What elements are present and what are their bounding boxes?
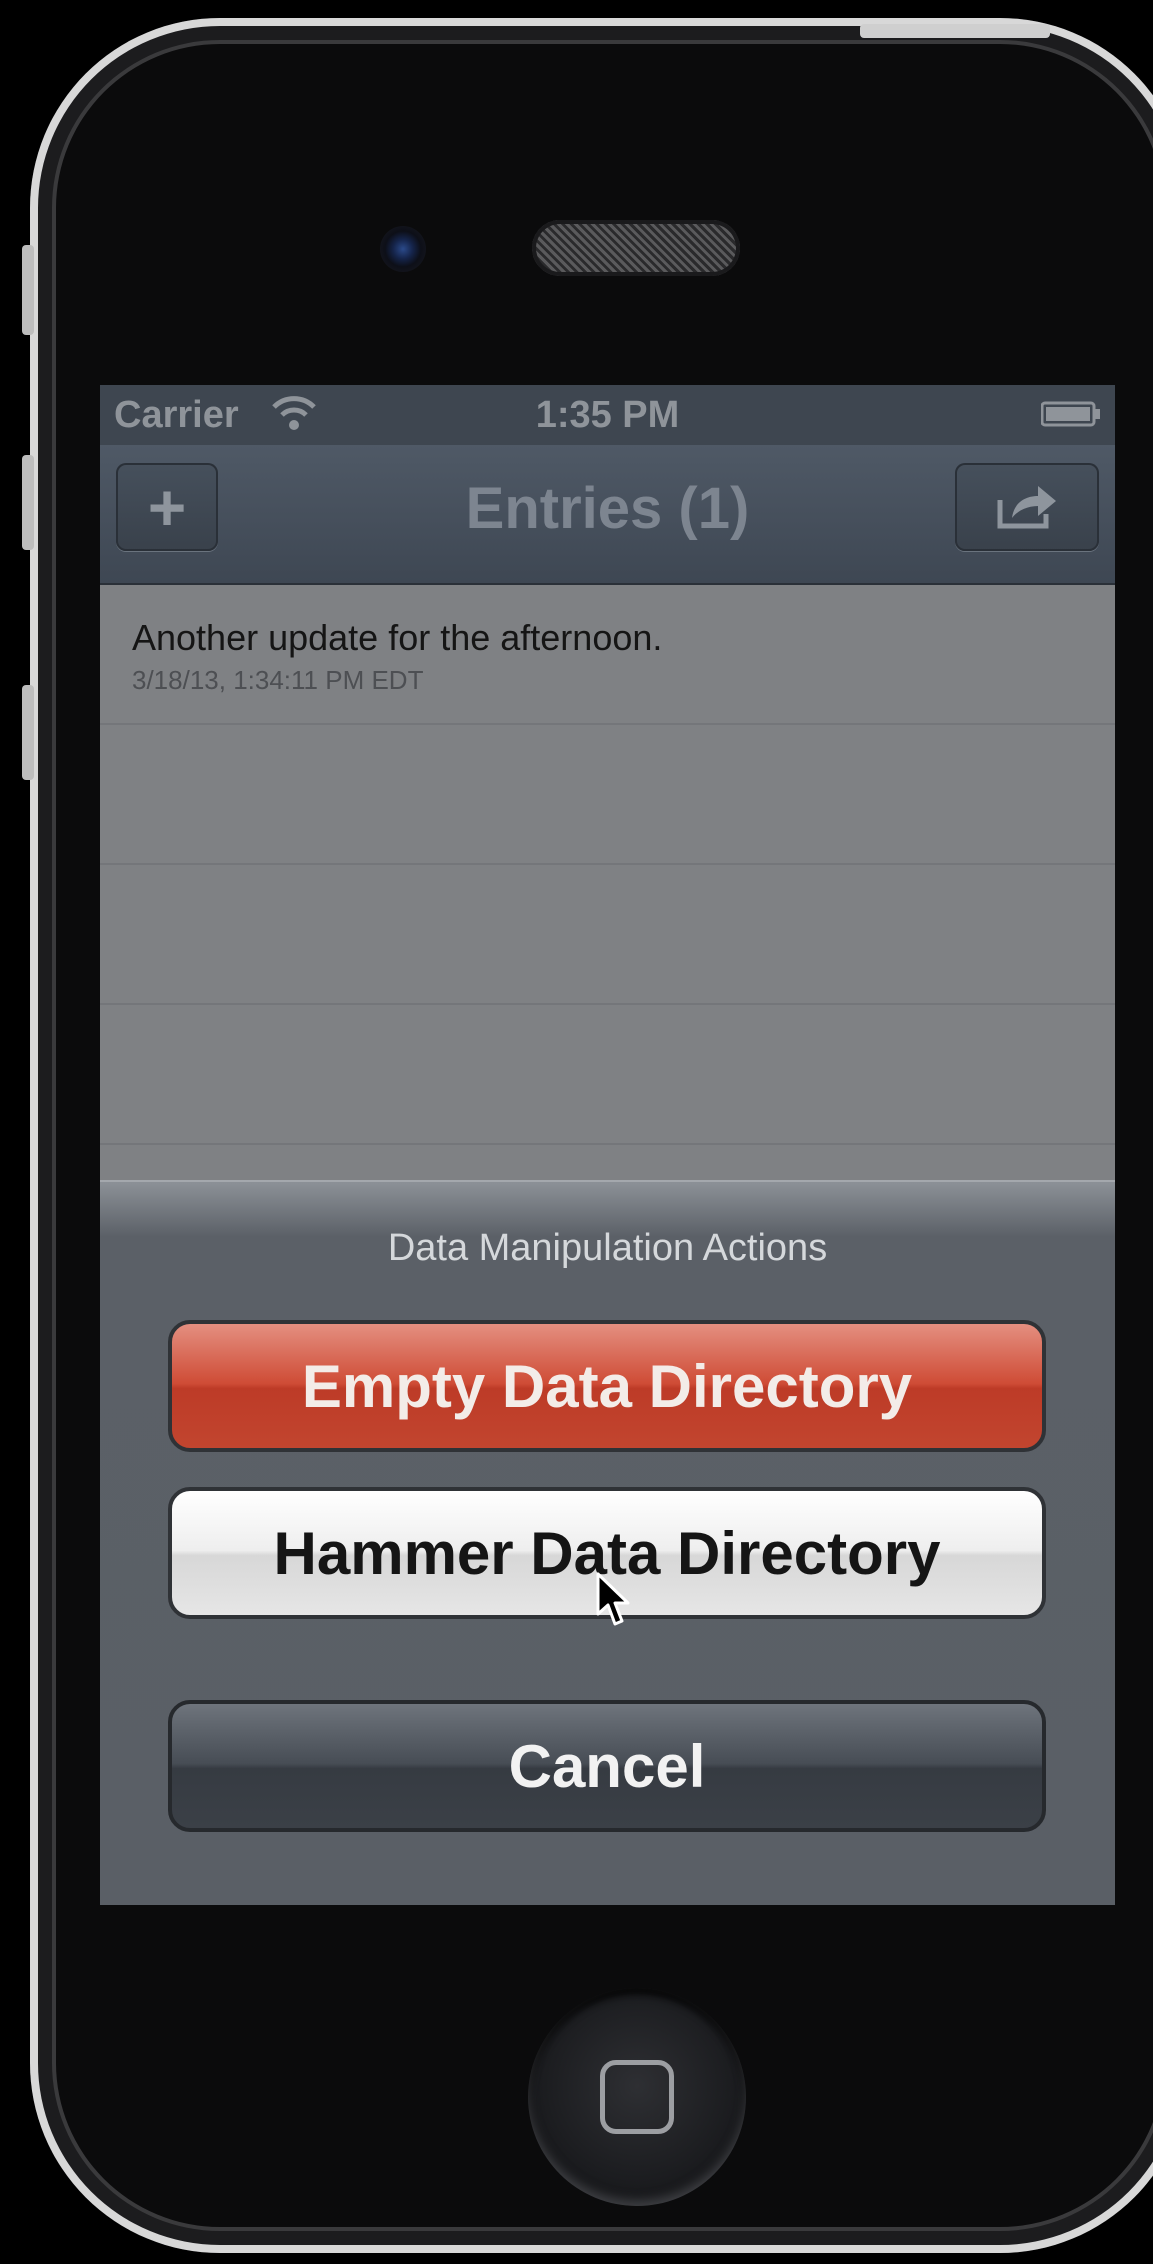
battery-icon [1041,401,1100,427]
earpiece-speaker [532,220,740,276]
navigation-bar: + Entries (1) [100,445,1115,585]
list-item[interactable]: Another update for the afternoon. 3/18/1… [100,585,1115,725]
cancel-button[interactable]: Cancel [168,1700,1046,1832]
mute-switch [22,245,34,335]
device-screen: Carrier 1:35 PM + Entries (1) Another up… [100,385,1115,1905]
status-bar: Carrier 1:35 PM [100,385,1115,445]
volume-down-button [22,685,34,780]
entry-timestamp: 3/18/13, 1:34:11 PM EDT [132,665,424,695]
action-sheet-title: Data Manipulation Actions [387,1227,828,1269]
list-item-empty [100,725,1115,865]
list-item-empty [100,1005,1115,1145]
empty-data-directory-button[interactable]: Empty Data Directory [168,1320,1046,1452]
home-button-icon[interactable] [528,1988,746,2206]
volume-up-button [22,455,34,550]
share-button[interactable] [955,463,1099,551]
share-icon [997,486,1056,529]
mouse-cursor-icon [596,1572,630,1626]
entry-title: Another update for the afternoon. [132,617,663,658]
sleep-button [860,24,1050,38]
entries-list: Another update for the afternoon. 3/18/1… [100,585,1115,1145]
list-item-empty [100,865,1115,1005]
status-time: 1:35 PM [535,394,680,436]
cancel-label: Cancel [508,1732,706,1800]
action-sheet: Data Manipulation Actions Empty Data Dir… [100,1180,1115,1905]
front-camera [380,226,426,272]
empty-data-directory-label: Empty Data Directory [301,1352,913,1420]
home-square-icon [600,2060,674,2134]
